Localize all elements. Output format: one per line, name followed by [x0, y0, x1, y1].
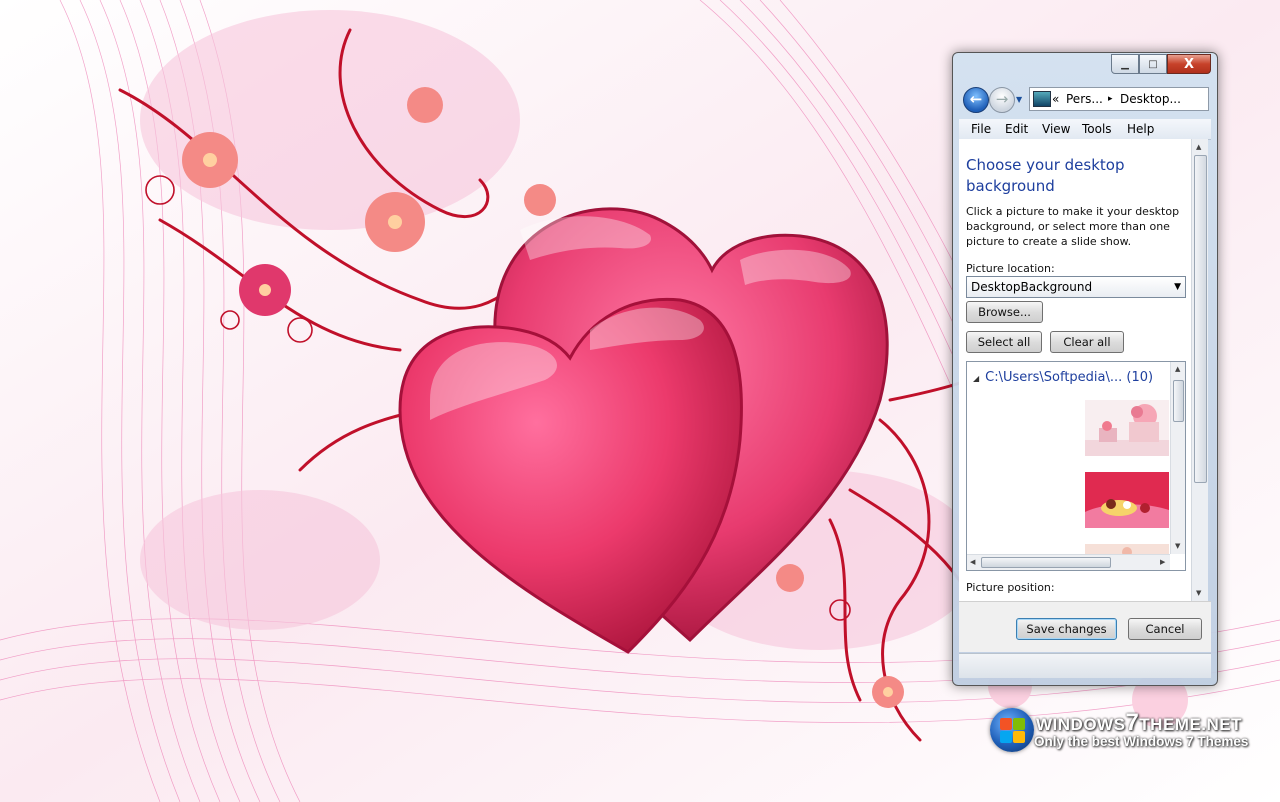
recent-pages-dropdown[interactable]: ▼ — [1016, 95, 1022, 104]
menu-view[interactable]: View — [1042, 122, 1070, 136]
address-bar[interactable]: « Pers... ▸ Desktop... — [1029, 87, 1209, 111]
scrollbar-thumb[interactable] — [981, 557, 1111, 568]
clear-all-button[interactable]: Clear all — [1050, 331, 1124, 353]
content-pane: Choose your desktop background Click a p… — [959, 139, 1191, 601]
watermark: WINDOWS7THEME.NET Only the best Windows … — [990, 706, 1270, 756]
chevron-down-icon: ▼ — [1174, 282, 1181, 292]
wallpaper-thumbnail[interactable] — [1085, 472, 1169, 528]
minimize-button[interactable]: ▁ — [1111, 54, 1139, 74]
picture-location-label: Picture location: — [966, 262, 1055, 275]
watermark-title: WINDOWS7THEME.NET — [1036, 709, 1243, 736]
select-all-button[interactable]: Select all — [966, 331, 1042, 353]
menu-edit[interactable]: Edit — [1005, 122, 1028, 136]
save-changes-button[interactable]: Save changes — [1016, 618, 1117, 640]
chevron-down-icon: ▼ — [1016, 95, 1023, 104]
page-title: Choose your desktop background — [966, 156, 1125, 195]
wallpaper-thumbnail[interactable] — [1085, 544, 1169, 554]
breadcrumb-desktop-background[interactable]: Desktop... — [1120, 88, 1181, 110]
scroll-right-arrow-icon[interactable]: ▶ — [1160, 558, 1165, 566]
control-panel-icon — [1033, 91, 1051, 107]
page-description: Click a picture to make it your desktop … — [966, 205, 1180, 248]
menu-help[interactable]: Help — [1127, 122, 1154, 136]
cancel-button[interactable]: Cancel — [1128, 618, 1202, 640]
close-button[interactable]: X — [1167, 54, 1211, 74]
menu-tools[interactable]: Tools — [1082, 122, 1112, 136]
menu-file[interactable]: File — [971, 122, 991, 136]
picture-list-vertical-scrollbar[interactable]: ▲ ▼ — [1170, 362, 1185, 554]
watermark-tagline: Only the best Windows 7 Themes — [1034, 734, 1249, 749]
back-button[interactable]: ← — [963, 87, 989, 113]
picture-group-header[interactable]: ◢ C:\Users\Softpedia\... (10) — [973, 370, 1153, 385]
collapse-triangle-icon[interactable]: ◢ — [973, 374, 979, 383]
picture-location-select[interactable]: DesktopBackground ▼ — [966, 276, 1186, 298]
browse-button[interactable]: Browse... — [966, 301, 1043, 323]
menu-bar: File Edit View Tools Help — [959, 119, 1211, 140]
desktop-background-window: ▁ □ X ← → ▼ « Pers... ▸ Desktop... File … — [952, 52, 1218, 686]
scroll-down-arrow-icon[interactable]: ▼ — [1196, 589, 1201, 597]
scroll-up-arrow-icon[interactable]: ▲ — [1196, 143, 1201, 151]
picture-list[interactable]: ◢ C:\Users\Softpedia\... (10) ▲ ▼ ◀ ▶ — [966, 361, 1186, 571]
navigation-bar: ← → ▼ « Pers... ▸ Desktop... — [959, 83, 1211, 115]
wallpaper-thumbnail[interactable] — [1085, 400, 1169, 456]
breadcrumb-overflow[interactable]: « — [1052, 88, 1059, 110]
picture-location-value: DesktopBackground — [971, 280, 1093, 294]
maximize-button[interactable]: □ — [1139, 54, 1167, 74]
breadcrumb-personalization[interactable]: Pers... — [1066, 88, 1103, 110]
title-bar[interactable]: ▁ □ X — [953, 53, 1217, 83]
dialog-footer: Save changes Cancel — [959, 601, 1211, 652]
windows-logo-icon — [990, 708, 1034, 752]
picture-list-horizontal-scrollbar[interactable]: ◀ ▶ — [967, 554, 1170, 570]
breadcrumb-separator-icon[interactable]: ▸ — [1108, 88, 1113, 110]
arrow-left-icon: ← — [969, 90, 983, 108]
content-vertical-scrollbar[interactable]: ▲ ▼ — [1191, 139, 1208, 601]
picture-position-label: Picture position: — [966, 581, 1055, 594]
scrollbar-thumb[interactable] — [1173, 380, 1184, 422]
forward-button[interactable]: → — [989, 87, 1015, 113]
scroll-down-arrow-icon[interactable]: ▼ — [1175, 542, 1180, 550]
status-bar — [959, 653, 1211, 678]
arrow-right-icon: → — [995, 90, 1009, 108]
scroll-left-arrow-icon[interactable]: ◀ — [970, 558, 975, 566]
scrollbar-thumb[interactable] — [1194, 155, 1207, 483]
scroll-up-arrow-icon[interactable]: ▲ — [1175, 365, 1180, 373]
